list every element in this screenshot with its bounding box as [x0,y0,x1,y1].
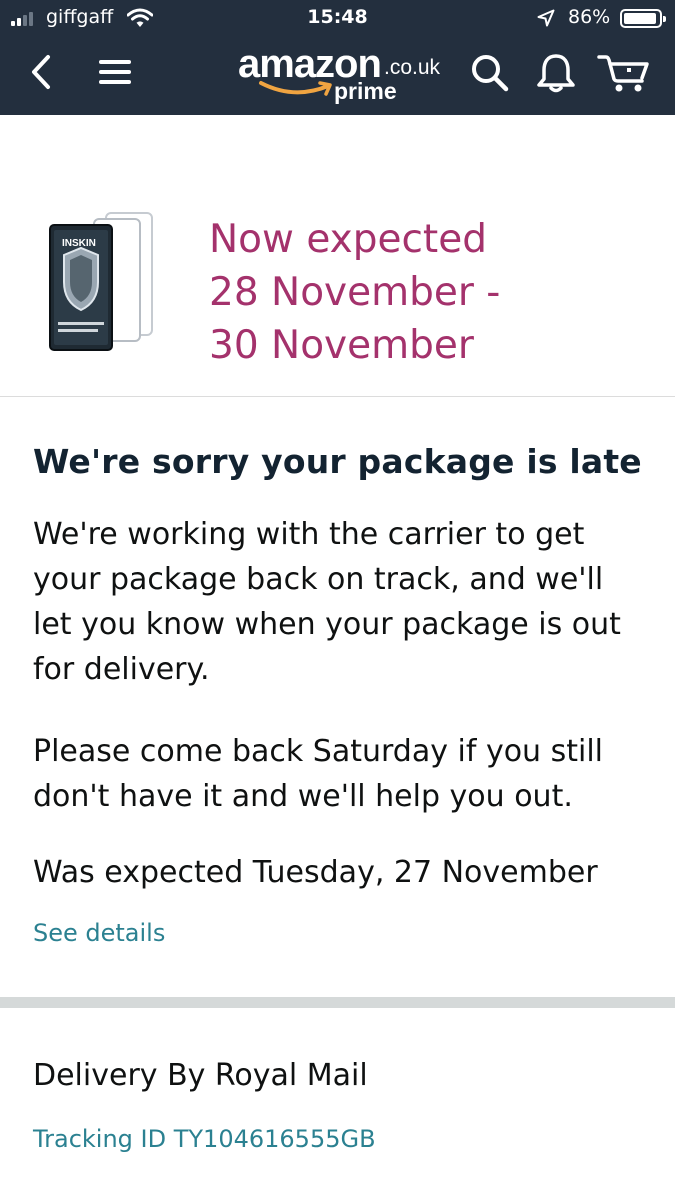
nav-bar: amazon .co.uk prime [0,38,675,115]
search-icon [472,55,509,92]
expected-delivery-date: Now expected 28 November - 30 November [209,213,500,372]
see-details-link[interactable]: See details [33,919,165,947]
tracking-id-link[interactable]: Tracking ID TY104616555GB [33,1125,376,1153]
original-expected-date: Was expected Tuesday, 27 November [33,855,598,890]
logo-prime: prime [334,78,397,104]
expected-line-2: 28 November - [209,270,501,315]
notice-paragraph-come-back: Please come back Saturday if you still d… [33,734,603,814]
section-divider [0,997,675,1008]
amazon-prime-logo[interactable]: amazon .co.uk prime [238,42,448,110]
delivery-summary: INSKIN Now expected 28 November - 30 Nov… [0,115,675,397]
product-thumbnail[interactable]: INSKIN [44,210,164,355]
location-arrow-icon [537,9,555,27]
notice-title: We're sorry your package is late [33,442,642,481]
expected-line-3: 30 November [209,323,474,368]
menu-icon [99,60,131,84]
back-icon [32,55,50,89]
battery-percent: 86% [568,6,611,28]
cart-icon [597,55,649,92]
notifications-button[interactable] [534,50,578,96]
search-button[interactable] [468,51,512,95]
menu-button[interactable] [95,54,135,90]
battery-icon [620,9,666,28]
delivery-carrier: Delivery By Royal Mail [33,1058,368,1093]
svg-text:INSKIN: INSKIN [62,238,96,249]
notice-paragraph-carrier: We're working with the carrier to get yo… [33,517,621,687]
logo-smile-icon [259,81,332,96]
back-button[interactable] [22,52,60,92]
expected-line-1: Now expected [209,217,487,262]
app-header: giffgaff 15:48 86% amazon .co.uk prime [0,0,675,115]
cart-button[interactable] [596,50,652,96]
status-bar: giffgaff 15:48 86% [0,0,675,38]
bell-icon [537,54,575,93]
logo-domain: .co.uk [384,56,441,79]
